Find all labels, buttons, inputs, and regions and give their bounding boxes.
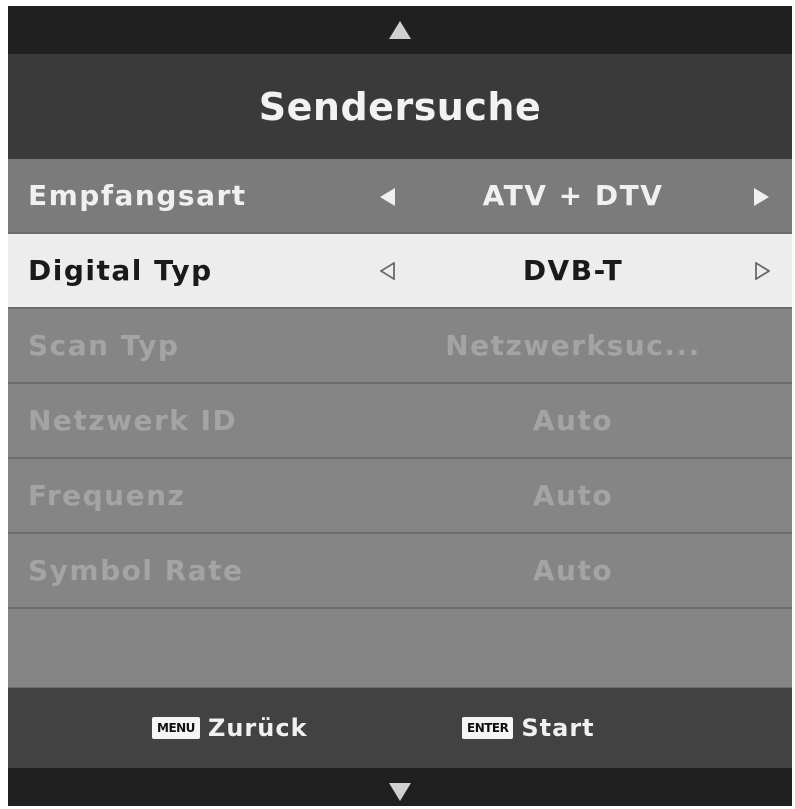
back-hint[interactable]: MENU Zurück: [152, 688, 308, 768]
start-label: Start: [521, 714, 595, 742]
row-label: Symbol Rate: [28, 554, 244, 587]
settings-list: Empfangsart ATV + DTV Digital Typ DVB-T …: [8, 159, 792, 689]
menu-key-icon: MENU: [152, 717, 200, 739]
row-empfangsart[interactable]: Empfangsart ATV + DTV: [8, 159, 792, 234]
row-value: Netzwerksuc...: [445, 329, 701, 362]
row-value: Auto: [532, 404, 614, 437]
row-value: Auto: [532, 554, 614, 587]
row-scan-typ: Scan Typ Netzwerksuc...: [8, 309, 792, 384]
scroll-up-button[interactable]: [8, 6, 792, 54]
triangle-left-icon[interactable]: [380, 262, 396, 280]
back-label: Zurück: [207, 714, 308, 742]
row-label: Scan Typ: [28, 329, 180, 362]
tv-menu-window: Sendersuche Empfangsart ATV + DTV Digita…: [8, 6, 792, 806]
row-label: Netzwerk ID: [28, 404, 238, 437]
enter-key-icon: ENTER: [462, 717, 514, 739]
row-symbol-rate: Symbol Rate Auto: [8, 534, 792, 609]
row-netzwerk-id: Netzwerk ID Auto: [8, 384, 792, 459]
empty-row: [8, 609, 792, 689]
triangle-up-icon: [389, 21, 411, 39]
footer-hints: MENU Zurück ENTER Start: [8, 688, 792, 768]
scroll-down-button[interactable]: [8, 768, 792, 806]
start-hint[interactable]: ENTER Start: [462, 688, 595, 768]
row-label: Digital Typ: [28, 254, 213, 287]
triangle-right-icon[interactable]: [754, 262, 770, 280]
page-title: Sendersuche: [258, 84, 542, 129]
row-value: Auto: [532, 479, 614, 512]
triangle-down-icon: [389, 783, 411, 801]
title-bar: Sendersuche: [8, 54, 792, 159]
row-value: DVB-T: [522, 254, 624, 287]
row-value: ATV + DTV: [482, 179, 664, 212]
row-label: Frequenz: [28, 479, 186, 512]
triangle-right-icon[interactable]: [754, 188, 769, 206]
row-frequenz: Frequenz Auto: [8, 459, 792, 534]
row-label: Empfangsart: [28, 179, 247, 212]
triangle-left-icon[interactable]: [380, 188, 395, 206]
row-digital-typ[interactable]: Digital Typ DVB-T: [8, 234, 792, 309]
